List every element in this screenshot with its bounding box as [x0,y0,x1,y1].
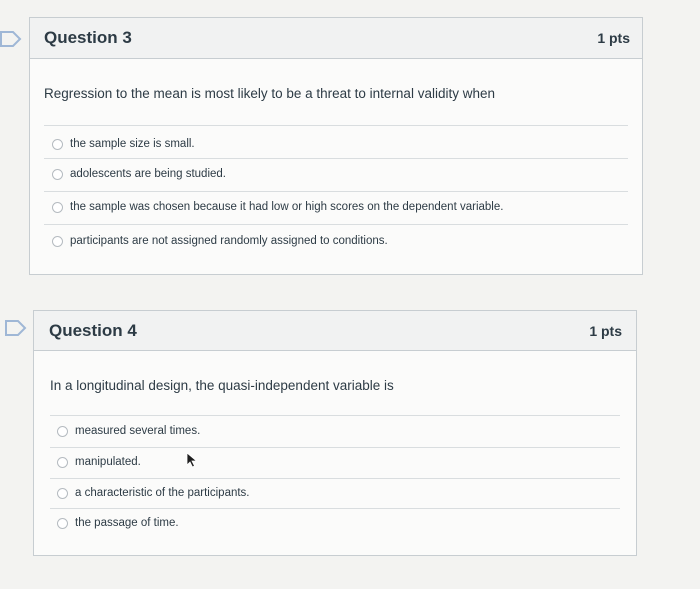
divider [50,447,620,448]
answer-option[interactable]: manipulated. [57,452,141,472]
question-card-3: Question 3 1 pts Regression to the mean … [29,17,643,275]
question-text: In a longitudinal design, the quasi-inde… [50,378,394,393]
radio-button[interactable] [57,517,68,529]
answer-option[interactable]: a characteristic of the participants. [57,483,250,503]
answer-option[interactable]: the passage of time. [57,513,179,533]
divider [50,478,620,479]
divider [44,224,628,225]
question-text: Regression to the mean is most likely to… [44,86,495,101]
answer-label: participants are not assigned randomly a… [70,235,388,247]
divider [50,508,620,509]
question-points: 1 pts [597,30,630,46]
answer-label: measured several times. [75,425,201,437]
radio-button[interactable] [52,201,63,213]
answer-label: the sample size is small. [70,138,195,150]
question-header: Question 4 1 pts [34,311,636,351]
answer-label: a characteristic of the participants. [75,487,250,499]
radio-button[interactable] [52,138,63,150]
question-title: Question 3 [44,28,132,47]
question-header: Question 3 1 pts [30,18,642,59]
answer-label: manipulated. [75,456,141,468]
radio-button[interactable] [57,425,68,437]
radio-button[interactable] [52,235,63,247]
divider [50,415,620,416]
answer-label: adolescents are being studied. [70,168,226,180]
answer-option[interactable]: participants are not assigned randomly a… [52,231,388,251]
question-title: Question 4 [49,320,137,340]
mouse-pointer-icon [186,452,198,473]
question-points: 1 pts [589,322,622,339]
radio-button[interactable] [57,487,68,499]
divider [44,191,628,192]
divider [44,158,628,159]
divider [44,125,628,126]
answer-label: the sample was chosen because it had low… [70,201,504,213]
radio-button[interactable] [52,168,63,180]
bookmark-flag-icon[interactable] [5,320,27,336]
answer-option[interactable]: the sample was chosen because it had low… [52,197,503,217]
answer-label: the passage of time. [75,517,179,529]
answer-option[interactable]: the sample size is small. [52,134,195,154]
question-card-4: Question 4 1 pts In a longitudinal desig… [33,310,637,556]
bookmark-flag-icon[interactable] [0,31,22,47]
answer-option[interactable]: measured several times. [57,421,200,441]
answer-option[interactable]: adolescents are being studied. [52,164,226,184]
radio-button[interactable] [57,456,68,468]
